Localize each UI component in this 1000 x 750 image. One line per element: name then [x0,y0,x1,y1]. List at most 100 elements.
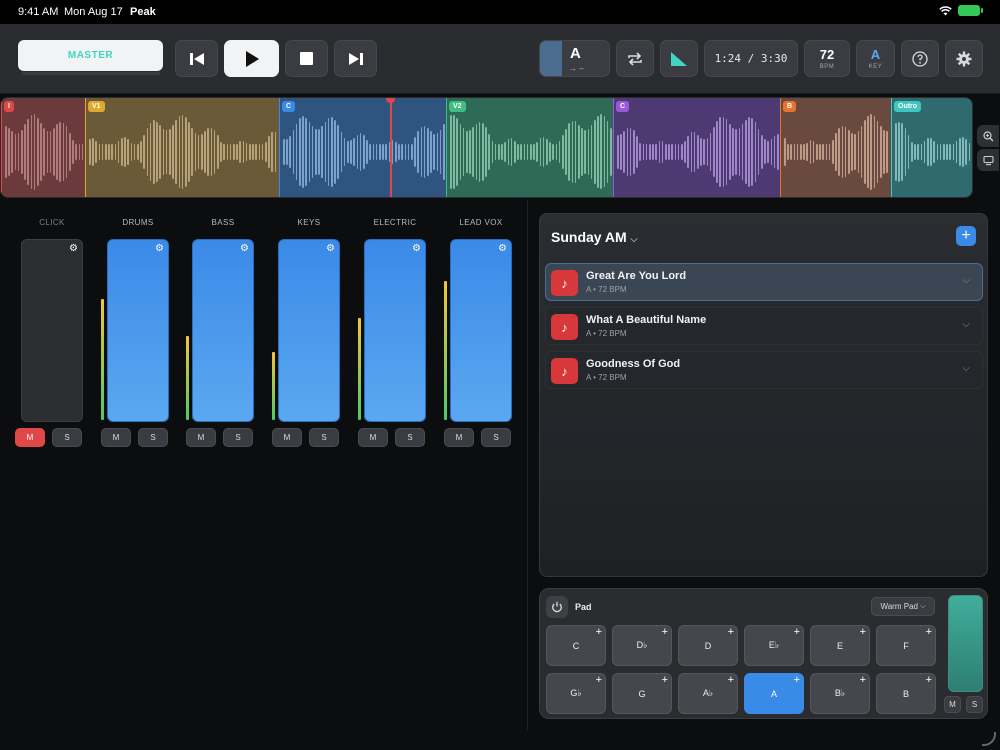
setlist-title[interactable]: Sunday AM ⌵ [551,229,637,245]
waveform-bar [114,144,117,160]
play-button[interactable] [224,40,279,77]
pad-key-button[interactable]: A + [744,673,804,714]
waveform-bar [741,123,744,180]
solo-button[interactable]: S [52,428,82,447]
zoom-button[interactable] [977,125,999,147]
master-button[interactable]: MASTER [18,40,163,71]
solo-button[interactable]: S [309,428,339,447]
channel-fader[interactable]: ⚙ [192,239,254,422]
previous-button[interactable] [175,40,218,77]
pad-key-button[interactable]: F + [876,625,936,666]
pad-key-button[interactable]: B♭ + [810,673,870,714]
pad-power-button[interactable] [546,596,568,618]
timeline-section[interactable]: I [1,98,85,197]
pad-key-button[interactable]: E + [810,625,870,666]
resize-handle[interactable] [982,732,996,746]
mute-button[interactable]: M [358,428,388,447]
key-button[interactable]: A KEY [856,40,895,77]
waveform-bar [101,144,104,160]
waveform-bar [185,116,187,188]
gear-icon[interactable]: ⚙ [69,243,78,254]
pad-key-button[interactable]: G♭ + [546,673,606,714]
pad-mute-button[interactable]: M [944,696,961,713]
bpm-button[interactable]: 72 BPM [804,40,850,77]
channel-fader[interactable]: ⚙ [364,239,426,422]
pad-key-button[interactable]: D + [678,625,738,666]
stop-button[interactable] [285,40,328,77]
mute-button[interactable]: M [272,428,302,447]
waveform-bar [911,141,913,163]
add-song-button[interactable]: + [956,226,976,246]
mute-button[interactable]: M [101,428,131,447]
timeline-section[interactable]: Outro [891,98,972,197]
mute-button[interactable]: M [444,428,474,447]
gear-icon[interactable]: ⚙ [326,243,335,254]
song-timeline[interactable]: I V1 C V2 C B Outro [0,97,973,198]
setlist-title-text: Sunday AM [551,229,627,245]
section-label: B [783,101,797,112]
help-button[interactable] [901,40,939,77]
solo-button[interactable]: S [481,428,511,447]
waveform-bar [117,141,120,163]
chevron-down-icon[interactable]: ⌵ [962,319,970,330]
pad-key-label: G♭ [570,688,582,698]
timeline-section[interactable]: V2 [446,98,613,197]
waveform-bar [69,132,71,172]
gear-icon[interactable]: ⚙ [412,243,421,254]
pad-key-button[interactable]: D♭ + [612,625,672,666]
pad-key-button[interactable]: E♭ + [744,625,804,666]
timeline-section[interactable]: C [279,98,446,197]
song-row[interactable]: ♪ Goodness Of God A • 72 BPM ⌵ [545,351,983,389]
playhead[interactable] [390,98,393,197]
zoom-icon [982,130,993,141]
waveform-bar [876,120,879,184]
waveform-bar [485,127,487,177]
waveform-bar [626,128,629,176]
channel-fader[interactable]: ⚙ [21,239,83,422]
timeline-section[interactable]: C [613,98,780,197]
channel-fader[interactable]: ⚙ [278,239,340,422]
settings-button[interactable] [945,40,983,77]
pad-solo-button[interactable]: S [966,696,983,713]
waveform-bar [507,138,510,166]
pad-volume-fader[interactable] [948,595,983,692]
waveform-bar [271,132,273,172]
gear-icon[interactable]: ⚙ [240,243,249,254]
chevron-down-icon[interactable]: ⌵ [962,275,970,286]
channel-fader[interactable]: ⚙ [450,239,512,422]
mute-button[interactable]: M [186,428,216,447]
loop-button[interactable] [616,40,654,77]
solo-button[interactable]: S [138,428,168,447]
waveform-bar [594,120,596,184]
mute-button[interactable]: M [15,428,45,447]
solo-button[interactable]: S [395,428,425,447]
pad-key-button[interactable]: B + [876,673,936,714]
chevron-down-icon[interactable]: ⌵ [962,363,970,374]
pad-key-button[interactable]: C + [546,625,606,666]
skip-back-icon [189,52,204,65]
waveform-bar [417,131,419,173]
song-key-selector[interactable]: A → – [539,40,610,77]
pad-key-button[interactable]: A♭ + [678,673,738,714]
channel-fader[interactable]: ⚙ [107,239,169,422]
next-button[interactable] [334,40,377,77]
plus-icon: + [925,674,932,686]
solo-button[interactable]: S [223,428,253,447]
waveform-bar [819,144,821,160]
timeline-section[interactable]: V1 [85,98,279,197]
pad-key-label: A [770,688,777,699]
timeline-section[interactable]: B [780,98,891,197]
fade-button[interactable] [660,40,698,77]
pad-preset-select[interactable]: Warm Pad ⌵ [871,597,935,616]
song-row[interactable]: ♪ What A Beautiful Name A • 72 BPM ⌵ [545,307,983,345]
waveform-bar [943,144,945,160]
waveform-bar [725,119,728,185]
display-button[interactable] [977,149,999,171]
waveform-bar [530,144,532,160]
song-row[interactable]: ♪ Great Are You Lord A • 72 BPM ⌵ [545,263,983,301]
pad-key-button[interactable]: G + [612,673,672,714]
waveform-bar [194,133,197,171]
gear-icon[interactable]: ⚙ [498,243,507,254]
waveform-bar [971,144,972,160]
gear-icon[interactable]: ⚙ [155,243,164,254]
